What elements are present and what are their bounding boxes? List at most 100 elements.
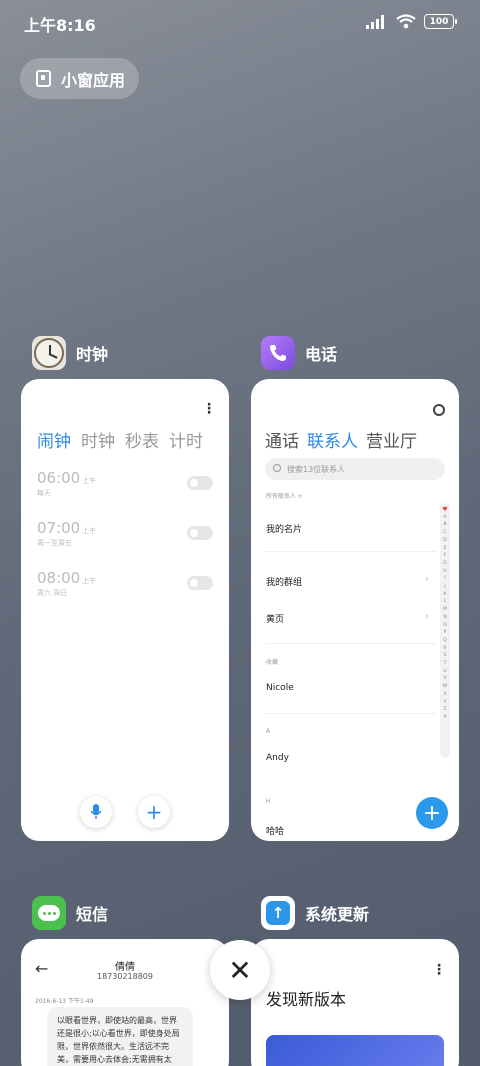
clock-app-name: 时钟 bbox=[76, 345, 109, 364]
settings-gear-icon[interactable] bbox=[433, 404, 445, 416]
alphabet-index-letter[interactable]: B bbox=[443, 521, 446, 529]
small-window-label: 小窗应用 bbox=[61, 70, 126, 90]
alphabet-index-letter[interactable]: D bbox=[443, 537, 446, 545]
divider bbox=[266, 643, 436, 644]
battery-level: 100 bbox=[429, 16, 449, 27]
alphabet-index-letter[interactable]: V bbox=[443, 675, 446, 683]
alarm-ampm: 上午 bbox=[82, 477, 97, 485]
wifi-icon bbox=[396, 14, 416, 29]
alphabet-index-letter[interactable]: O bbox=[443, 622, 447, 630]
alphabet-index-letter[interactable]: T bbox=[444, 660, 447, 668]
alarm-time: 07:00 bbox=[37, 519, 81, 537]
more-menu-icon[interactable]: ⋮ bbox=[202, 401, 216, 417]
voice-alarm-button[interactable] bbox=[80, 796, 112, 828]
tab-stopwatch[interactable]: 秒表 bbox=[125, 427, 159, 452]
alphabet-index-letter[interactable]: I bbox=[444, 575, 445, 583]
alarm-ampm: 上午 bbox=[82, 577, 97, 585]
status-icons: 100 bbox=[366, 14, 457, 29]
alphabet-index-letter[interactable]: J bbox=[444, 583, 445, 591]
tab-service-hall[interactable]: 营业厅 bbox=[366, 427, 417, 452]
section-header: A bbox=[266, 728, 271, 735]
plus-icon: + bbox=[145, 800, 163, 824]
section-header: H bbox=[266, 798, 271, 805]
plus-icon: + bbox=[422, 800, 442, 826]
alphabet-index-letter[interactable]: F bbox=[444, 552, 447, 560]
alphabet-index-letter[interactable]: H bbox=[443, 568, 446, 576]
conversation-contact-number: 18730218809 bbox=[97, 972, 153, 981]
alphabet-index-letter[interactable]: S bbox=[444, 652, 447, 660]
alphabet-index-letter[interactable]: A bbox=[443, 514, 446, 522]
alphabet-index-letter[interactable]: G bbox=[443, 560, 447, 568]
tab-alarm[interactable]: 闹钟 bbox=[37, 427, 71, 452]
message-bubble[interactable]: 以眼看世界，即使站的最高，世界还是很小;以心看世界，即使身处局限，世界依然很大。… bbox=[47, 1007, 193, 1066]
chat-bubble-icon bbox=[38, 905, 60, 921]
phone-app-name: 电话 bbox=[305, 345, 338, 364]
alphabet-index-letter[interactable]: R bbox=[443, 645, 446, 653]
alphabet-index-letter[interactable]: U bbox=[443, 668, 446, 676]
divider bbox=[266, 713, 436, 714]
phone-app-card[interactable]: 通话 联系人 营业厅 搜索13位联系人 所有联系人 ≎ 我的名片 我的群组 › … bbox=[251, 379, 459, 841]
update-app-header[interactable]: ↑ 系统更新 bbox=[261, 896, 369, 930]
signal-icon bbox=[366, 14, 384, 29]
tab-timer[interactable]: 计时 bbox=[169, 427, 203, 452]
clock-tabs: 闹钟 时钟 秒表 计时 bbox=[37, 427, 203, 452]
battery-icon: 100 bbox=[424, 14, 457, 29]
alphabet-index-letter[interactable]: W bbox=[443, 683, 447, 691]
alphabet-index-letter[interactable]: C bbox=[443, 529, 446, 537]
tab-calls[interactable]: 通话 bbox=[265, 427, 299, 452]
favorites-header: 收藏 bbox=[266, 659, 279, 666]
more-menu-icon[interactable]: ⋮ bbox=[432, 962, 446, 978]
my-groups-item[interactable]: 我的群组 bbox=[266, 575, 302, 588]
alphabet-index-letter[interactable]: N bbox=[443, 614, 446, 622]
small-window-button[interactable]: 小窗应用 bbox=[20, 58, 139, 99]
alarm-days: 每天 bbox=[37, 489, 51, 497]
alarm-toggle[interactable] bbox=[187, 576, 213, 590]
tab-clock[interactable]: 时钟 bbox=[81, 427, 115, 452]
yellow-pages-item[interactable]: 黄页 bbox=[266, 612, 284, 625]
divider bbox=[266, 551, 436, 552]
alarm-toggle[interactable] bbox=[187, 476, 213, 490]
all-contacts-filter[interactable]: 所有联系人 ≎ bbox=[266, 491, 303, 500]
alphabet-index-letter[interactable]: M bbox=[443, 606, 447, 614]
alarm-days: 周六 周日 bbox=[37, 589, 68, 597]
alphabet-index-letter[interactable]: L bbox=[444, 598, 447, 606]
alphabet-index-letter[interactable]: Y bbox=[444, 699, 447, 707]
clock-app-header[interactable]: 时钟 bbox=[32, 336, 108, 370]
phone-app-icon bbox=[261, 336, 295, 370]
alphabet-index-letter[interactable]: X bbox=[443, 691, 446, 699]
alarm-ampm: 上午 bbox=[82, 527, 97, 535]
alphabet-index-letter[interactable]: # bbox=[443, 714, 447, 722]
message-timestamp: 2016-6-13 下午1:49 bbox=[35, 998, 94, 1005]
alarm-days: 周一至周五 bbox=[37, 539, 72, 547]
alarm-time: 08:00 bbox=[37, 569, 81, 587]
contact-item[interactable]: Andy bbox=[266, 753, 289, 763]
alarm-toggle[interactable] bbox=[187, 526, 213, 540]
sms-app-header[interactable]: 短信 bbox=[32, 896, 108, 930]
alphabet-index-letter[interactable]: P bbox=[444, 629, 447, 637]
alphabet-index-letter[interactable]: Z bbox=[443, 706, 446, 714]
add-contact-button[interactable]: + bbox=[416, 797, 448, 829]
alphabet-index-bar[interactable]: ♥ A B C D E F G H I J K L M N O P Q R S T U V W X Y Z # bbox=[440, 503, 450, 758]
tab-contacts[interactable]: 联系人 bbox=[307, 427, 358, 452]
phone-app-header[interactable]: 电话 bbox=[261, 336, 337, 370]
close-icon: ✕ bbox=[228, 953, 252, 987]
my-card-item[interactable]: 我的名片 bbox=[266, 522, 302, 535]
microphone-icon bbox=[90, 804, 102, 819]
sms-app-card[interactable]: ← 倩倩 18730218809 2016-6-13 下午1:49 以眼看世界，… bbox=[21, 939, 229, 1066]
sms-app-icon bbox=[32, 896, 66, 930]
update-app-icon: ↑ bbox=[261, 896, 295, 930]
contact-item[interactable]: Nicole bbox=[266, 683, 294, 693]
add-alarm-button[interactable]: + bbox=[138, 796, 170, 828]
chevron-right-icon: › bbox=[425, 611, 429, 622]
alphabet-index-letter[interactable]: K bbox=[444, 591, 447, 599]
status-time: 上午8:16 bbox=[24, 16, 96, 35]
contact-search-input[interactable]: 搜索13位联系人 bbox=[265, 458, 445, 480]
contact-item[interactable]: 哈哈 bbox=[266, 824, 284, 837]
phone-handset-icon bbox=[270, 345, 286, 361]
alphabet-index-letter[interactable]: E bbox=[444, 545, 447, 553]
clock-app-card[interactable]: ⋮ 闹钟 时钟 秒表 计时 06:00 上午 每天 07:00 上午 周一至周五 0… bbox=[21, 379, 229, 841]
alphabet-index-letter[interactable]: Q bbox=[443, 637, 447, 645]
close-all-button[interactable]: ✕ bbox=[210, 940, 270, 1000]
conversation-contact-name: 倩倩 bbox=[115, 962, 135, 973]
update-app-card[interactable]: ⋮ 发现新版本 bbox=[251, 939, 459, 1066]
